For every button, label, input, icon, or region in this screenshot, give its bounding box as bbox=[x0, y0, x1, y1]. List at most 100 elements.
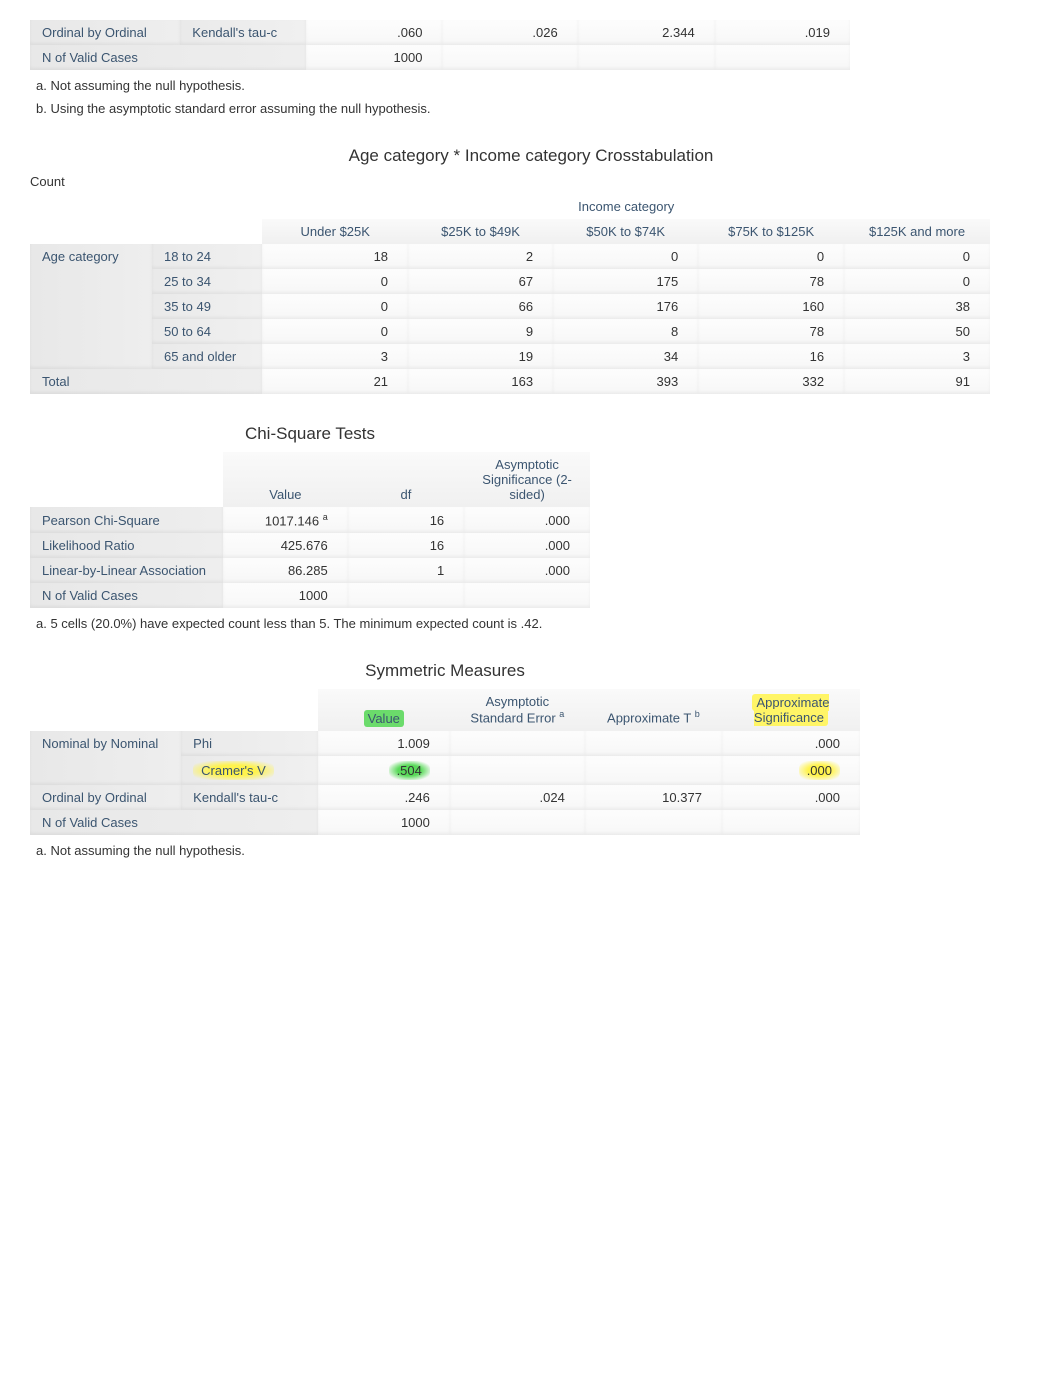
cell-value: .000 bbox=[464, 507, 590, 533]
col-header: $50K to $74K bbox=[553, 219, 698, 244]
cell-value bbox=[722, 810, 860, 835]
col-header: Under $25K bbox=[262, 219, 408, 244]
table-row: Linear-by-Linear Association86.2851.000 bbox=[30, 558, 590, 583]
row-label: Likelihood Ratio bbox=[30, 533, 223, 558]
cell-value: 67 bbox=[408, 269, 553, 294]
col-header: $75K to $125K bbox=[698, 219, 844, 244]
cell-value: .026 bbox=[442, 20, 577, 45]
cell-value: .000 bbox=[464, 533, 590, 558]
cell-value: .024 bbox=[450, 785, 585, 810]
cell-value: 0 bbox=[553, 244, 698, 269]
chisquare-footnote: a. 5 cells (20.0%) have expected count l… bbox=[36, 616, 556, 631]
cell-value: 1000 bbox=[306, 45, 442, 70]
row-measure: Kendall's tau-c bbox=[180, 20, 306, 45]
cell-value: 18 bbox=[262, 244, 408, 269]
cell-value bbox=[450, 756, 585, 785]
cell-value: 176 bbox=[553, 294, 698, 319]
row-label: 65 and older bbox=[152, 344, 262, 369]
cell-value: .000 bbox=[464, 558, 590, 583]
cell-value: 78 bbox=[698, 269, 844, 294]
row-label: 35 to 49 bbox=[152, 294, 262, 319]
cell-value: 86.285 bbox=[223, 558, 348, 583]
cell-value: 66 bbox=[408, 294, 553, 319]
crosstab-section: Age category * Income category Crosstabu… bbox=[30, 146, 1032, 394]
row-label: 50 to 64 bbox=[152, 319, 262, 344]
symmetric-measures-section: Symmetric Measures Value Asymptotic Stan… bbox=[30, 661, 1032, 857]
cell-value: 332 bbox=[698, 369, 844, 394]
table-row: 65 and older31934163 bbox=[30, 344, 990, 369]
cell-value: 34 bbox=[553, 344, 698, 369]
row-label: Linear-by-Linear Association bbox=[30, 558, 223, 583]
row-label: Pearson Chi-Square bbox=[30, 507, 223, 533]
cell-value: 175 bbox=[553, 269, 698, 294]
col-header: $25K to $49K bbox=[408, 219, 553, 244]
cell-value: 21 bbox=[262, 369, 408, 394]
row-category: Ordinal by Ordinal bbox=[30, 20, 180, 45]
header-row: Under $25K $25K to $49K $50K to $74K $75… bbox=[30, 219, 990, 244]
chisquare-title: Chi-Square Tests bbox=[30, 424, 590, 444]
table-row: Likelihood Ratio425.67616.000 bbox=[30, 533, 590, 558]
cell-value: 1000 bbox=[223, 583, 348, 608]
chisquare-section: Chi-Square Tests Value df Asymptotic Sig… bbox=[30, 424, 1032, 631]
cell-value: 19 bbox=[408, 344, 553, 369]
crosstab-title: Age category * Income category Crosstabu… bbox=[30, 146, 1032, 166]
table-row: Ordinal by Ordinal Kendall's tau-c .060 … bbox=[30, 20, 850, 45]
row-category: N of Valid Cases bbox=[30, 810, 318, 835]
cell-value: 16 bbox=[348, 533, 464, 558]
cell-value bbox=[450, 731, 585, 756]
footnote-b: b. Using the asymptotic standard error a… bbox=[36, 101, 1032, 116]
col-header: df bbox=[348, 452, 464, 507]
top-symmetric-measures-table: Ordinal by Ordinal Kendall's tau-c .060 … bbox=[30, 20, 1032, 116]
cell-value: .019 bbox=[715, 20, 850, 45]
cell-value bbox=[348, 583, 464, 608]
cell-value: 78 bbox=[698, 319, 844, 344]
col-header: Asymptotic Significance (2-sided) bbox=[464, 452, 590, 507]
row-label: N of Valid Cases bbox=[30, 583, 223, 608]
table-row: 25 to 34067175780 bbox=[30, 269, 990, 294]
cell-value bbox=[585, 810, 722, 835]
header-row: Income category bbox=[30, 194, 990, 219]
cell-value: .000 bbox=[722, 785, 860, 810]
cell-value: 0 bbox=[262, 294, 408, 319]
table-row: Pearson Chi-Square1017.146 a16.000 bbox=[30, 507, 590, 533]
cell-value: 0 bbox=[844, 269, 990, 294]
cell-value: 163 bbox=[408, 369, 553, 394]
cell-value: 425.676 bbox=[223, 533, 348, 558]
cell-value bbox=[585, 756, 722, 785]
cell-value: 1000 bbox=[318, 810, 450, 835]
income-category-header: Income category bbox=[262, 194, 990, 219]
cell-value: 2 bbox=[408, 244, 553, 269]
cell-value: 8 bbox=[553, 319, 698, 344]
cell-value: 1 bbox=[348, 558, 464, 583]
table-row: Age category18 to 24182000 bbox=[30, 244, 990, 269]
table-row: Nominal by NominalPhi1.009.000 bbox=[30, 731, 860, 756]
cell-value: 160 bbox=[698, 294, 844, 319]
cell-value: 393 bbox=[553, 369, 698, 394]
cell-value: 9 bbox=[408, 319, 553, 344]
row-measure: Kendall's tau-c bbox=[181, 785, 318, 810]
cell-value: 0 bbox=[698, 244, 844, 269]
cell-value: 3 bbox=[262, 344, 408, 369]
cell-value: .246 bbox=[318, 785, 450, 810]
header-row: Value df Asymptotic Significance (2-side… bbox=[30, 452, 590, 507]
cell-value: 50 bbox=[844, 319, 990, 344]
cell-value: 1017.146 a bbox=[223, 507, 348, 533]
row-category: Nominal by Nominal bbox=[30, 731, 181, 785]
table-row: Ordinal by OrdinalKendall's tau-c.246.02… bbox=[30, 785, 860, 810]
footnote-a: a. Not assuming the null hypothesis. bbox=[36, 78, 1032, 93]
table-row: N of Valid Cases 1000 bbox=[30, 45, 850, 70]
col-header-approx-t: Approximate T b bbox=[585, 689, 722, 730]
row-measure: Cramer's V bbox=[181, 756, 318, 785]
symmetric-title: Symmetric Measures bbox=[30, 661, 860, 681]
col-header: Value bbox=[223, 452, 348, 507]
cell-value: 91 bbox=[844, 369, 990, 394]
cell-value: 0 bbox=[262, 269, 408, 294]
table-row: 50 to 640987850 bbox=[30, 319, 990, 344]
col-header-value: Value bbox=[318, 689, 450, 730]
cell-value: 16 bbox=[348, 507, 464, 533]
table-row: 35 to 4906617616038 bbox=[30, 294, 990, 319]
total-label: Total bbox=[30, 369, 262, 394]
header-row: Value Asymptotic Standard Error a Approx… bbox=[30, 689, 860, 730]
total-row: Total 21 163 393 332 91 bbox=[30, 369, 990, 394]
cell-value: .000 bbox=[722, 731, 860, 756]
